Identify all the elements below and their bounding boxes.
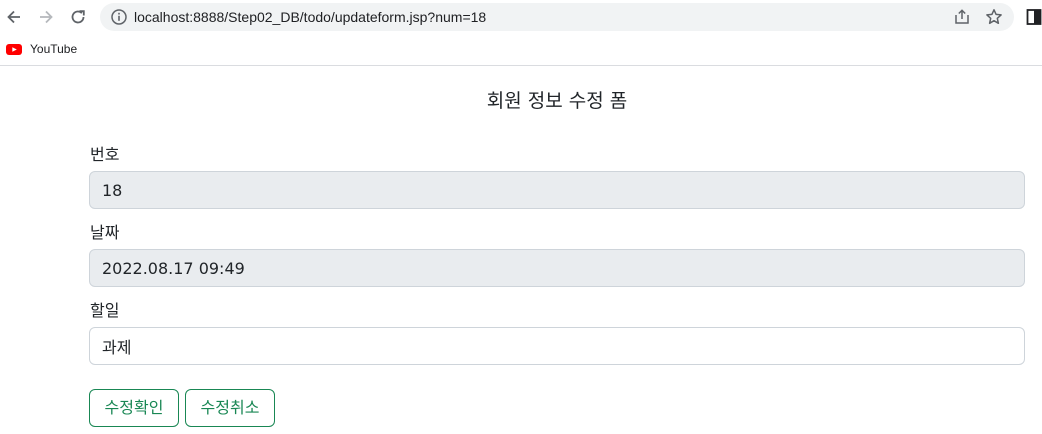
- field-label-number: 번호: [90, 145, 120, 164]
- field-label-date: 날짜: [90, 223, 120, 242]
- reload-icon: [71, 10, 85, 24]
- url-text[interactable]: localhost:8888/Step02_DB/todo/updateform…: [134, 3, 486, 31]
- info-icon[interactable]: [110, 8, 128, 26]
- todo-field[interactable]: [89, 327, 1025, 365]
- browser-toolbar: localhost:8888/Step02_DB/todo/updateform…: [0, 0, 1042, 34]
- side-panel-icon[interactable]: [1026, 8, 1042, 26]
- date-field[interactable]: [89, 249, 1025, 287]
- bookmarks-bar: YouTube: [0, 34, 1042, 66]
- bookmark-label: YouTube: [30, 42, 78, 56]
- field-label-todo: 할일: [90, 301, 120, 320]
- forward-button[interactable]: [34, 5, 58, 29]
- arrow-left-icon: [7, 10, 20, 24]
- bookmark-youtube[interactable]: YouTube: [6, 40, 77, 58]
- share-icon[interactable]: [953, 8, 971, 26]
- star-icon[interactable]: [985, 8, 1003, 26]
- arrow-right-icon: [40, 10, 53, 24]
- cancel-edit-button[interactable]: 수정취소: [185, 389, 275, 427]
- confirm-edit-button[interactable]: 수정확인: [89, 389, 179, 427]
- number-field[interactable]: [89, 171, 1025, 209]
- address-bar[interactable]: localhost:8888/Step02_DB/todo/updateform…: [100, 3, 1014, 31]
- back-button[interactable]: [2, 5, 26, 29]
- youtube-icon: [6, 43, 22, 55]
- reload-button[interactable]: [66, 5, 90, 29]
- page-title: 회원 정보 수정 폼: [486, 90, 628, 112]
